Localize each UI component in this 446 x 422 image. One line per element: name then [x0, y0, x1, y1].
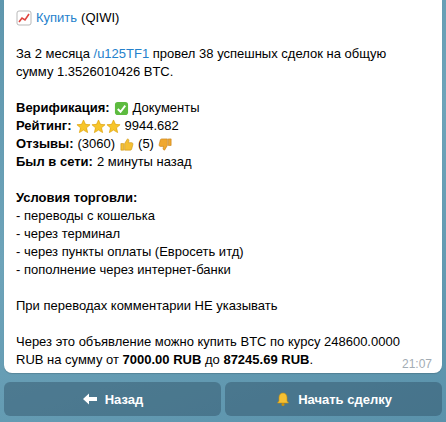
positive-count: (3060): [77, 135, 115, 153]
text-segment: 7000.00 RUB: [123, 351, 202, 369]
text-segment: Через это объявление можно купить BTC по…: [16, 333, 400, 351]
info-value: 9944.682: [125, 117, 179, 135]
thumbs-down-icon: [158, 137, 173, 152]
condition-item: - через терминал: [16, 225, 432, 243]
chart-icon: [16, 10, 32, 26]
check-icon: [114, 101, 129, 116]
info-row: Был в сети:2 минуты назад: [16, 153, 432, 171]
summary-line: За 2 месяца /u125TF1 провел 38 успешных …: [16, 45, 432, 63]
user-link[interactable]: /u125TF1: [94, 45, 150, 63]
text-segment: 87245.69 RUB: [223, 351, 309, 369]
start-deal-button[interactable]: Начать сделку: [225, 382, 442, 416]
offer-line: Через это объявление можно купить BTC по…: [16, 333, 432, 351]
rating-stars: [76, 119, 121, 134]
text-segment: За 2 месяца: [16, 45, 94, 63]
condition-text: - через пункты оплаты (Евросеть итд): [16, 243, 244, 261]
text-segment: RUB на сумму от: [16, 351, 123, 369]
info-label: Был в сети:: [16, 153, 93, 171]
conditions-heading: Условия торговли:: [16, 189, 137, 207]
negative-count: (5): [138, 135, 154, 153]
button-label: Начать сделку: [298, 392, 392, 407]
info-row: Рейтинг: 9944.682: [16, 117, 432, 135]
text-segment: сумму 1.3526010426 BTC.: [16, 63, 173, 81]
info-label: Рейтинг:: [16, 117, 72, 135]
text-segment: .: [309, 351, 313, 369]
info-label: Отзывы:: [16, 135, 73, 153]
message-time: 21:07: [392, 357, 432, 371]
condition-item: - через пункты оплаты (Евросеть итд): [16, 243, 432, 261]
info-label: Верификация:: [16, 99, 110, 117]
condition-text: - пополнение через интернет-банки: [16, 261, 231, 279]
text-segment: провел 38 успешных сделок на общую: [149, 45, 386, 63]
info-value: 2 минуты назад: [97, 153, 192, 171]
summary-line: сумму 1.3526010426 BTC.: [16, 63, 432, 81]
condition-item: - пополнение через интернет-банки: [16, 261, 432, 279]
payment-method: (QIWI): [81, 9, 119, 27]
back-button[interactable]: Назад: [4, 382, 221, 416]
note-text: При переводах комментарии НЕ указывать: [16, 297, 278, 315]
inline-keyboard: Назад Начать сделку: [4, 382, 442, 416]
condition-item: - переводы с кошелька: [16, 207, 432, 225]
button-label: Назад: [105, 392, 144, 407]
star-icon: [76, 119, 91, 134]
message-title: Купить(QIWI): [16, 9, 432, 27]
condition-text: - через терминал: [16, 225, 120, 243]
star-icon: [106, 119, 121, 134]
condition-text: - переводы с кошелька: [16, 207, 155, 225]
info-value: Документы: [133, 99, 200, 117]
back-arrow-icon: [82, 391, 98, 407]
bell-icon: [275, 391, 291, 407]
buy-link[interactable]: Купить: [36, 9, 77, 27]
info-row: Верификация: Документы: [16, 99, 432, 117]
note-line: При переводах комментарии НЕ указывать: [16, 297, 432, 315]
info-row: Отзывы:(3060) (5): [16, 135, 432, 153]
star-icon: [91, 119, 106, 134]
thumbs-up-icon: [119, 137, 134, 152]
conditions-title: Условия торговли:: [16, 189, 432, 207]
text-segment: до: [201, 351, 223, 369]
message-bubble: Купить(QIWI) За 2 месяца /u125TF1 провел …: [4, 0, 442, 373]
offer-line: RUB на сумму от 7000.00 RUB до 87245.69 …: [16, 351, 432, 369]
